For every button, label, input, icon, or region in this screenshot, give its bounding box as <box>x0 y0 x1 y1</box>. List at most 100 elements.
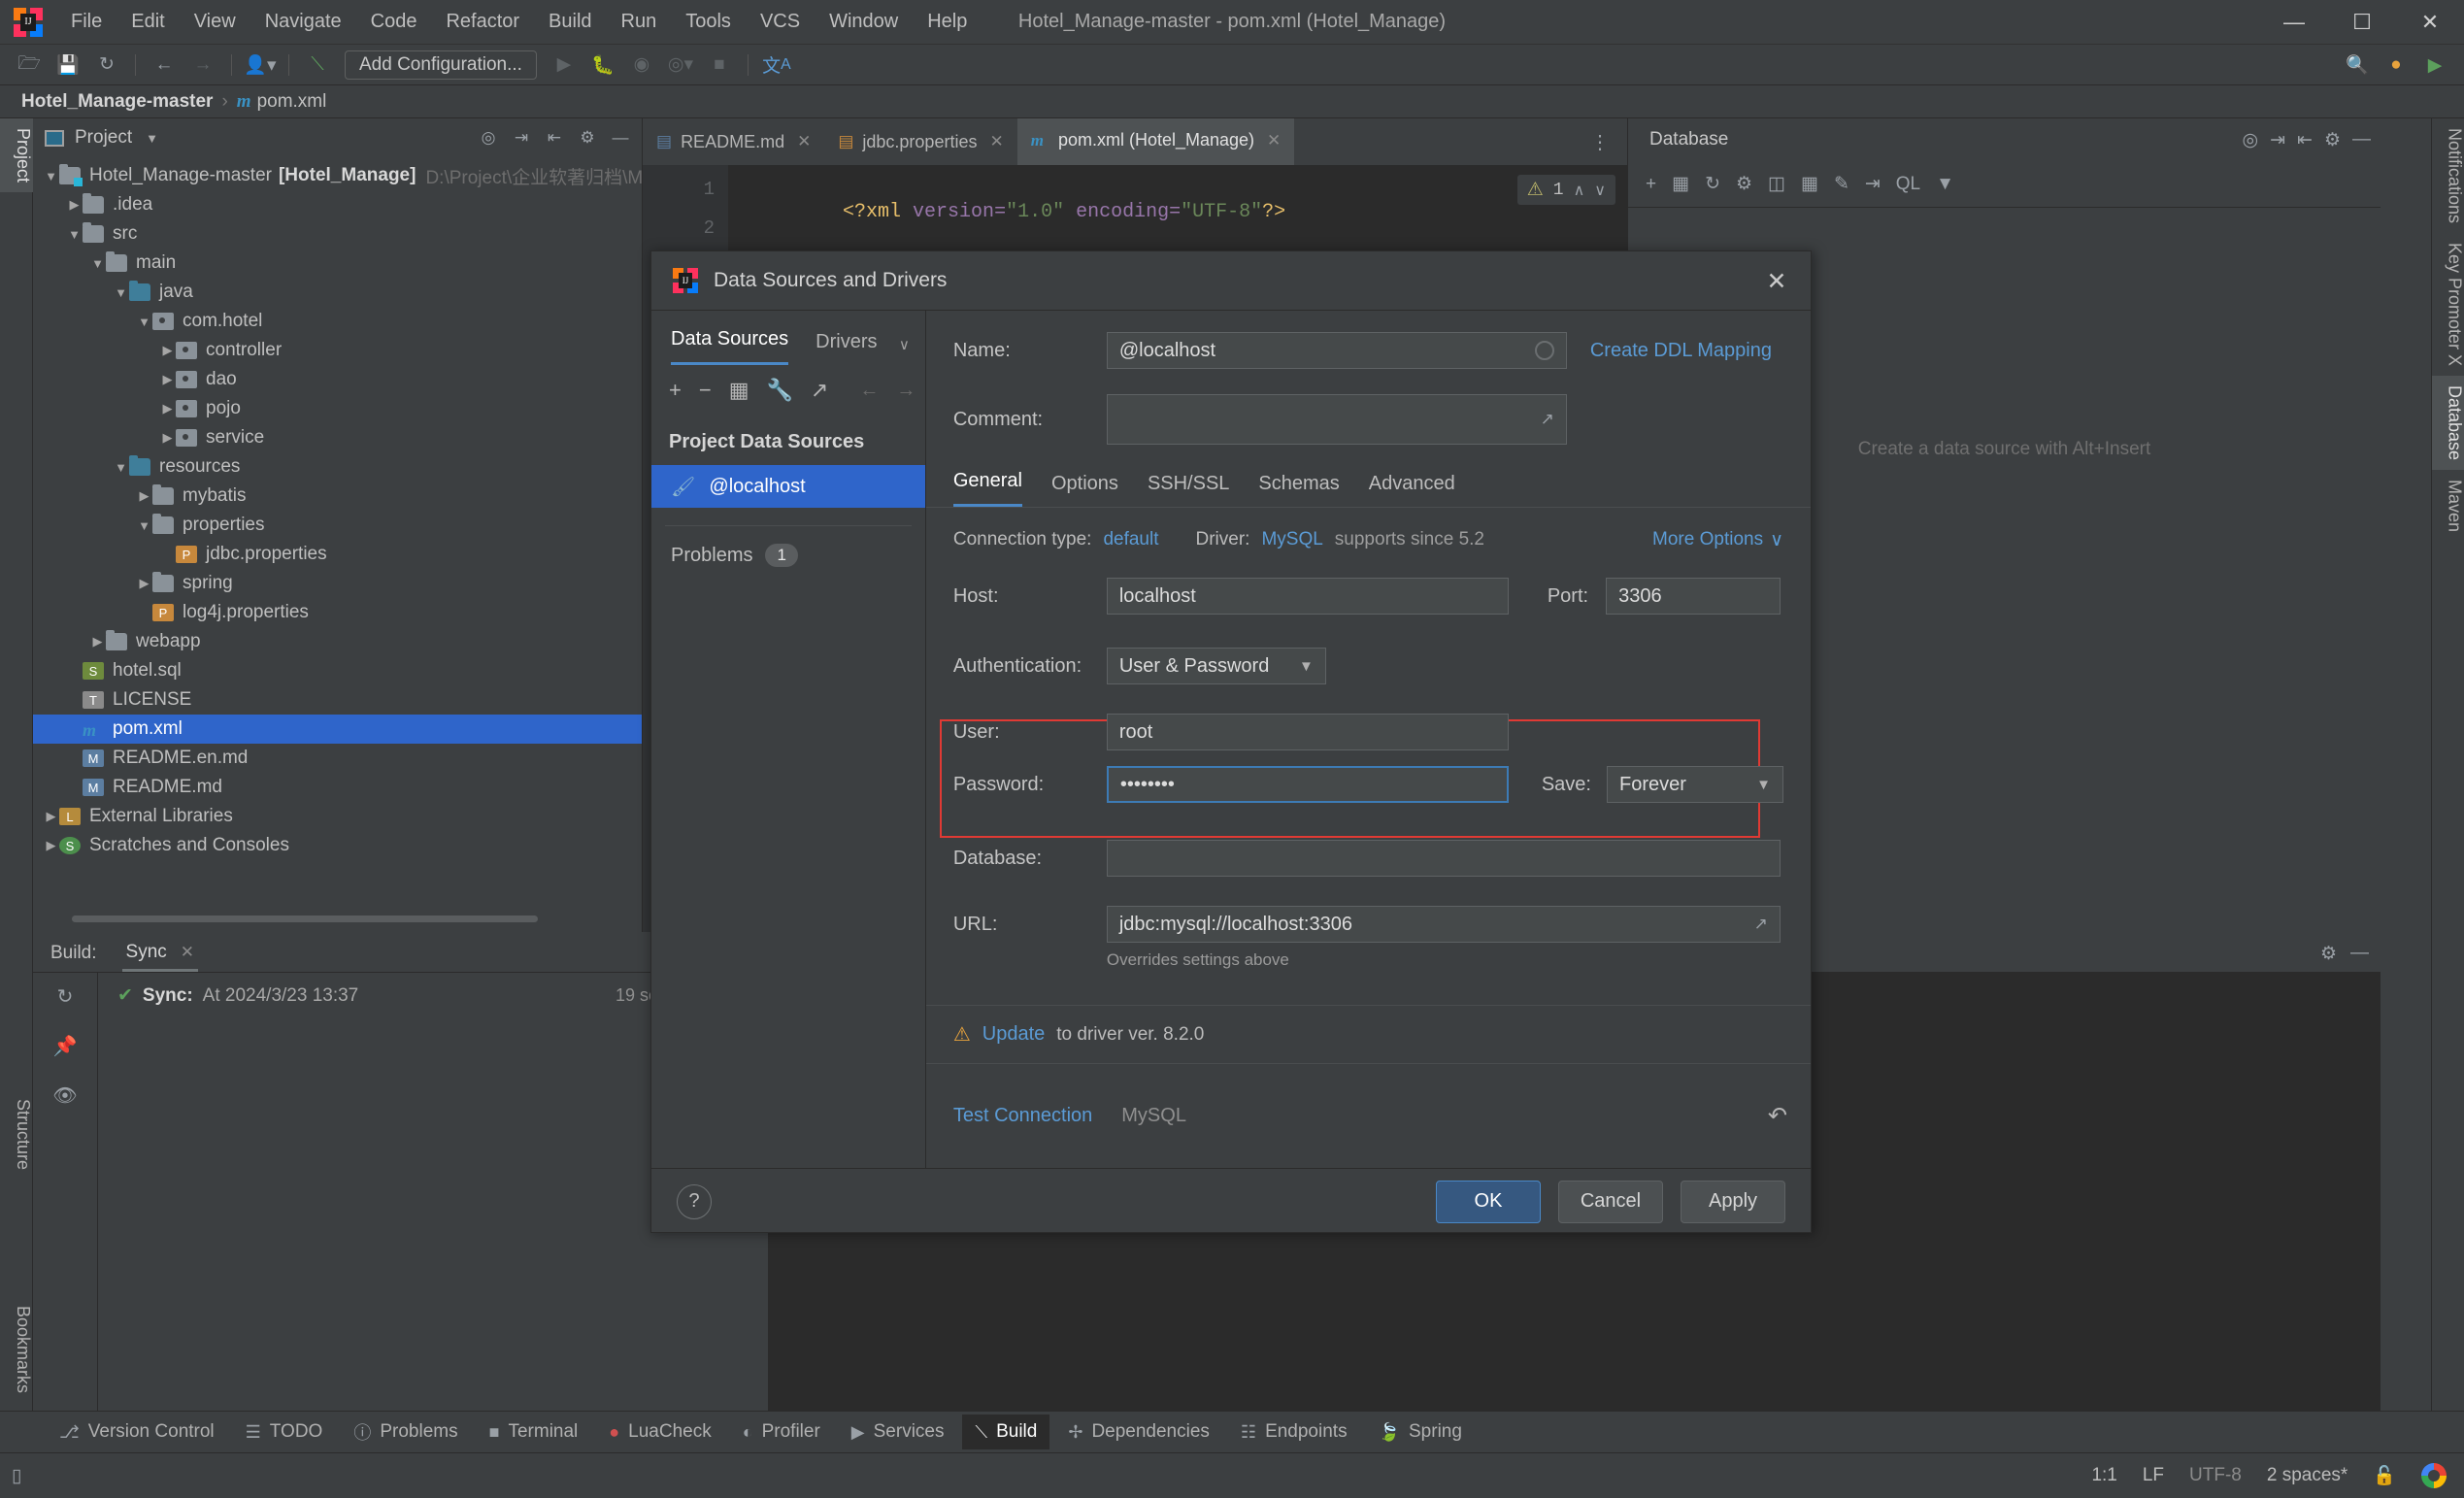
chevron-down-icon[interactable]: ▼ <box>89 256 106 271</box>
test-connection-link[interactable]: Test Connection <box>953 1105 1092 1127</box>
sidebar-item-localhost[interactable]: 🖌 @localhost <box>651 465 925 508</box>
chevron-right-icon[interactable]: ▶ <box>89 634 106 649</box>
project-tree-scrollbar[interactable] <box>72 915 538 922</box>
chevron-right-icon[interactable]: ▶ <box>159 430 176 446</box>
menu-run[interactable]: Run <box>607 7 672 37</box>
filter-icon[interactable]: ▼ <box>1936 174 1954 195</box>
stop-icon[interactable]: ■ <box>703 49 736 82</box>
ide-icon[interactable]: ▶ <box>2418 49 2451 82</box>
tree-node[interactable]: ▼ resources <box>33 452 642 482</box>
maximize-button[interactable]: ☐ <box>2328 0 2396 45</box>
open-folder-icon[interactable]: 🗁 <box>13 49 46 82</box>
close-button[interactable]: ✕ <box>2396 0 2464 45</box>
menu-edit[interactable]: Edit <box>117 7 179 37</box>
tree-node[interactable]: ▼ java <box>33 278 642 307</box>
debug-icon[interactable]: 🐛 <box>586 49 619 82</box>
db-icon[interactable]: ◫ <box>1768 173 1785 195</box>
close-icon[interactable]: ✕ <box>1267 131 1281 150</box>
tab-schemas[interactable]: Schemas <box>1258 473 1339 507</box>
menu-file[interactable]: File <box>56 7 117 37</box>
bottom-tab-build[interactable]: ⟍ Build <box>962 1415 1050 1449</box>
edit-icon[interactable]: ✎ <box>1834 173 1849 195</box>
close-icon[interactable]: ✕ <box>181 943 194 962</box>
tree-node[interactable]: ▶ L External Libraries <box>33 802 642 831</box>
save-icon[interactable]: 💾 <box>51 49 84 82</box>
chevron-right-icon[interactable]: ▶ <box>159 401 176 416</box>
sidebar-problems-row[interactable]: Problems 1 <box>651 544 925 567</box>
url-input[interactable]: jdbc:mysql://localhost:3306 ↗ <box>1106 906 1781 943</box>
database-input[interactable] <box>1106 840 1781 877</box>
rerun-icon[interactable]: ↻ <box>57 984 74 1009</box>
port-input[interactable]: 3306 <box>1606 578 1781 615</box>
stripe-item-project[interactable]: Project <box>0 118 33 193</box>
search-icon[interactable]: 🔍 <box>2341 49 2374 82</box>
hide-icon[interactable]: — <box>607 124 634 151</box>
driver-value[interactable]: MySQL <box>1261 529 1322 550</box>
bottom-tab-dependencies[interactable]: ✢ Dependencies <box>1055 1415 1222 1449</box>
chevron-down-icon[interactable]: ∨ <box>899 336 910 353</box>
inspection-next-icon[interactable]: ∨ <box>1594 181 1606 200</box>
stripe-item-database[interactable]: Database <box>2431 376 2464 471</box>
tree-node[interactable]: ▶ mybatis <box>33 482 642 511</box>
locate-icon[interactable]: ◎ <box>475 124 502 151</box>
tree-node[interactable]: ▶ .idea <box>33 190 642 219</box>
tree-node[interactable]: •TLICENSE <box>33 685 642 715</box>
sync-icon[interactable]: ↻ <box>90 49 123 82</box>
indent-setting[interactable]: 2 spaces* <box>2267 1465 2347 1486</box>
tree-node[interactable]: ▶ pojo <box>33 394 642 423</box>
build-tab-sync[interactable]: Sync ✕ <box>121 934 199 972</box>
jump-icon[interactable]: ⇥ <box>1865 173 1881 195</box>
duplicate-icon[interactable]: ▦ <box>1672 173 1689 195</box>
back-arrow-icon[interactable]: ← <box>148 49 181 82</box>
tree-node[interactable]: ▼ Hotel_Manage-master [Hotel_Manage] D:\Pro… <box>33 161 643 190</box>
add-icon[interactable]: + <box>1646 174 1656 195</box>
chevron-down-icon[interactable]: ▼ <box>66 227 83 242</box>
stripe-item-structure[interactable]: Structure <box>0 1089 33 1180</box>
tab-ssh-ssl[interactable]: SSH/SSL <box>1148 473 1229 507</box>
coverage-icon[interactable]: ◉ <box>625 49 658 82</box>
stripe-item-key-promoter[interactable]: Key Promoter X <box>2432 233 2464 376</box>
menu-vcs[interactable]: VCS <box>746 7 815 37</box>
tree-node[interactable]: ▼ src <box>33 219 642 249</box>
tab-general[interactable]: General <box>952 470 1022 507</box>
settings-icon[interactable]: ⚙ <box>2320 943 2337 965</box>
updates-icon[interactable]: ● <box>2380 49 2413 82</box>
tree-node[interactable]: ▶ service <box>33 423 642 452</box>
chevron-right-icon[interactable]: ▶ <box>66 197 83 213</box>
help-button[interactable]: ? <box>677 1183 712 1219</box>
chevron-down-icon[interactable]: ▼ <box>136 518 152 533</box>
stripe-item-maven[interactable]: Maven <box>2432 470 2464 542</box>
chevron-right-icon[interactable]: ▶ <box>136 488 152 504</box>
tab-advanced[interactable]: Advanced <box>1369 473 1455 507</box>
tree-node[interactable]: ▼ properties <box>33 511 642 540</box>
translate-icon[interactable]: 文A <box>760 49 793 82</box>
memory-indicator-icon[interactable]: ▯ <box>12 1465 21 1487</box>
tree-node[interactable]: ▶ spring <box>33 569 642 598</box>
locate-icon[interactable]: ◎ <box>2243 129 2259 151</box>
tab-options[interactable]: Options <box>1051 473 1118 507</box>
table-icon[interactable]: ▦ <box>1801 173 1818 195</box>
collapse-all-icon[interactable]: ⇥ <box>508 124 535 151</box>
user-input[interactable]: root <box>1106 714 1509 750</box>
menu-refactor[interactable]: Refactor <box>431 7 534 37</box>
update-driver-link[interactable]: Update <box>982 1023 1046 1046</box>
forward-arrow-icon[interactable]: → <box>186 49 219 82</box>
menu-build[interactable]: Build <box>534 7 606 37</box>
stripe-item-notifications[interactable]: Notifications <box>2432 118 2464 233</box>
profile-run-icon[interactable]: ◎▾ <box>664 49 697 82</box>
menu-code[interactable]: Code <box>356 7 432 37</box>
add-icon[interactable]: + <box>669 378 682 403</box>
chevron-down-icon[interactable]: ▼ <box>136 315 152 329</box>
chevron-right-icon[interactable]: ▶ <box>136 576 152 591</box>
collapse-all-icon[interactable]: ⇥ <box>2270 129 2285 151</box>
hide-icon[interactable]: — <box>2352 129 2371 150</box>
duplicate-icon[interactable]: ▦ <box>729 378 749 403</box>
bottom-tab-services[interactable]: ▶ Services <box>839 1415 957 1449</box>
ok-button[interactable]: OK <box>1436 1180 1541 1223</box>
tree-node[interactable]: •Pjdbc.properties <box>33 540 642 569</box>
breadcrumb-project[interactable]: Hotel_Manage-master <box>21 91 213 113</box>
bottom-tab-version-control[interactable]: ⎇ Version Control <box>47 1415 227 1449</box>
chevron-down-icon[interactable]: ▼ <box>113 285 129 300</box>
bottom-tab-profiler[interactable]: ◐ Profiler <box>730 1415 833 1449</box>
query-console-icon[interactable]: QL <box>1896 174 1920 195</box>
